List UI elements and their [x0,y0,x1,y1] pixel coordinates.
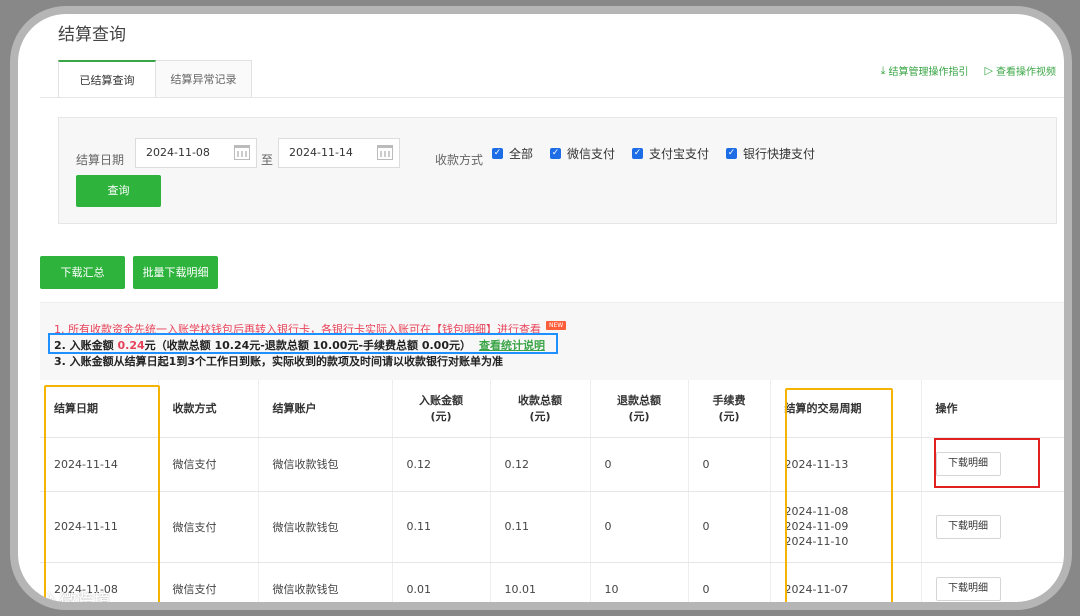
tab-settlement-exceptions[interactable]: 结算异常记录 [156,60,252,98]
end-date-input[interactable]: 2024-11-14 [278,138,400,168]
cell-refund: 10 [590,562,689,602]
cell-date: 2024-11-11 [40,491,159,563]
payment-method-label: 收款方式 [435,153,484,167]
page-title: 结算查询 [58,25,126,45]
checkbox-checked-icon[interactable]: ✓ [726,148,737,159]
cell-fee: 0 [688,437,771,492]
settled-amount: 0.24 [117,339,145,352]
notice-line-2-prefix: 2. 入账金额 [54,339,118,352]
cell-total: 0.11 [490,491,591,563]
cell-cycle: 2024-11-07 [770,562,922,602]
calendar-icon[interactable] [377,145,393,160]
cycle-date: 2024-11-09 [784,520,849,533]
checkbox-alipay[interactable]: ✓ 支付宝支付 [632,145,709,162]
download-detail-button[interactable]: 下载明细 [935,452,1001,476]
checkbox-all[interactable]: ✓ 全部 [492,145,533,162]
col-fee: 手续费 (元) [688,380,771,438]
cell-amount: 0.12 [392,437,491,492]
col-settlement-account: 结算账户 [258,380,393,438]
cell-cycle: 2024-11-13 [770,437,922,492]
notice-line-2: 2. 入账金额 0.24元（收款总额 10.24元-退款总额 10.00元-手续… [54,337,545,353]
watermark-text: 入微跨境 [42,591,111,610]
checkbox-alipay-label: 支付宝支付 [649,147,710,161]
cell-fee: 0 [688,562,771,602]
operation-video-label: 查看操作视频 [996,67,1056,78]
tabs-divider [40,97,1064,98]
watermark: ᗜ 入微跨境 [26,586,111,610]
cell-method: 微信支付 [158,437,259,492]
settlement-table: 结算日期 收款方式 结算账户 入账金额 (元) 收款总额 (元) 退款总额 (元… [40,380,1064,602]
cycle-date: 2024-11-08 [784,505,849,518]
cell-total: 0.12 [490,437,591,492]
col-actions: 操作 [921,380,1064,438]
checkbox-bank-label: 银行快捷支付 [743,147,816,161]
to-label: 至 [261,153,274,167]
view-stats-link[interactable]: 查看统计说明 [479,339,545,352]
end-date-value: 2024-11-14 [289,146,353,159]
checkbox-all-label: 全部 [509,147,534,161]
col-total-received: 收款总额 (元) [490,380,591,438]
checkbox-wechat-label: 微信支付 [567,147,616,161]
cell-account: 微信收款钱包 [258,437,393,492]
notice-line-3: 3. 入账金额从结算日起1到3个工作日到账，实际收到的款项及时间请以收款银行对账… [54,355,503,368]
checkbox-bank-quick-pay[interactable]: ✓ 银行快捷支付 [726,145,815,162]
notice-line-2-detail: 元（收款总额 10.24元-退款总额 10.00元-手续费总额 0.00元） [144,339,471,352]
cycle-date: 2024-11-07 [784,582,849,596]
cell-refund: 0 [590,437,689,492]
cell-account: 微信收款钱包 [258,491,393,563]
operation-guide-label: 结算管理操作指引 [888,67,969,78]
checkbox-checked-icon[interactable]: ✓ [632,148,643,159]
start-date-input[interactable]: 2024-11-08 [135,138,257,168]
screenshot-frame: 结算查询 已结算查询 结算异常记录 ⤓ 结算管理操作指引 ▷ 查看操作视频 结算… [10,6,1072,610]
notice-panel: 1. 所有收款资金先统一入账学校钱包后再转入银行卡，各银行卡实际入账可在【钱包明… [40,302,1064,380]
operation-video-link[interactable]: ▷ 查看操作视频 [985,63,1056,78]
cell-cycle: 2024-11-08 2024-11-09 2024-11-10 [770,491,922,563]
cell-date: 2024-11-14 [40,437,159,492]
checkbox-wechat-pay[interactable]: ✓ 微信支付 [550,145,615,162]
cell-action: 下载明细 [921,491,1064,563]
download-detail-button[interactable]: 下载明细 [935,577,1001,601]
watermark-logo-icon: ᗜ [26,589,39,608]
filter-panel: 结算日期 2024-11-08 至 2024-11-14 收款方式 ✓ 全部 ✓… [58,117,1057,224]
settlement-page: 结算查询 已结算查询 结算异常记录 ⤓ 结算管理操作指引 ▷ 查看操作视频 结算… [18,14,1064,610]
guide-links: ⤓ 结算管理操作指引 ▷ 查看操作视频 [880,63,1056,79]
start-date-value: 2024-11-08 [146,146,210,159]
table-row: 2024-11-08 微信支付 微信收款钱包 0.01 10.01 10 0 2… [40,562,1064,602]
download-summary-button[interactable]: 下载汇总 [40,256,125,289]
calendar-icon[interactable] [234,145,250,160]
cell-action: 下载明细 [921,562,1064,602]
download-icon: ⤓ [880,63,886,77]
cell-refund: 0 [590,491,689,563]
checkbox-checked-icon[interactable]: ✓ [492,148,503,159]
col-total-refund: 退款总额 (元) [590,380,689,438]
cycle-date: 2024-11-13 [784,457,849,471]
cell-amount: 0.01 [392,562,491,602]
cell-total: 10.01 [490,562,591,602]
query-button[interactable]: 查询 [76,175,161,207]
table-row: 2024-11-11 微信支付 微信收款钱包 0.11 0.11 0 0 202… [40,491,1064,563]
col-credited-amount: 入账金额 (元) [392,380,491,438]
cell-fee: 0 [688,491,771,563]
cell-action: 下载明细 [921,437,1064,492]
cell-method: 微信支付 [158,491,259,563]
table-row: 2024-11-14 微信支付 微信收款钱包 0.12 0.12 0 0 202… [40,437,1064,492]
cell-amount: 0.11 [392,491,491,563]
col-transaction-cycle: 结算的交易周期 [770,380,922,438]
cell-method: 微信支付 [158,562,259,602]
new-badge: NEW [546,321,567,330]
video-icon: ▷ [984,64,993,77]
batch-download-button[interactable]: 批量下载明细 [133,256,218,289]
cell-account: 微信收款钱包 [258,562,393,602]
cycle-date: 2024-11-10 [784,535,849,548]
col-settlement-date: 结算日期 [40,380,159,438]
checkbox-checked-icon[interactable]: ✓ [550,148,561,159]
download-detail-button[interactable]: 下载明细 [935,514,1001,539]
operation-guide-link[interactable]: ⤓ 结算管理操作指引 [880,63,969,79]
tab-settled-query[interactable]: 已结算查询 [58,60,156,98]
col-payment-method: 收款方式 [158,380,259,438]
tab-bar: 已结算查询 结算异常记录 [58,60,252,98]
date-label: 结算日期 [76,153,125,167]
table-header-row: 结算日期 收款方式 结算账户 入账金额 (元) 收款总额 (元) 退款总额 (元… [40,380,1064,438]
